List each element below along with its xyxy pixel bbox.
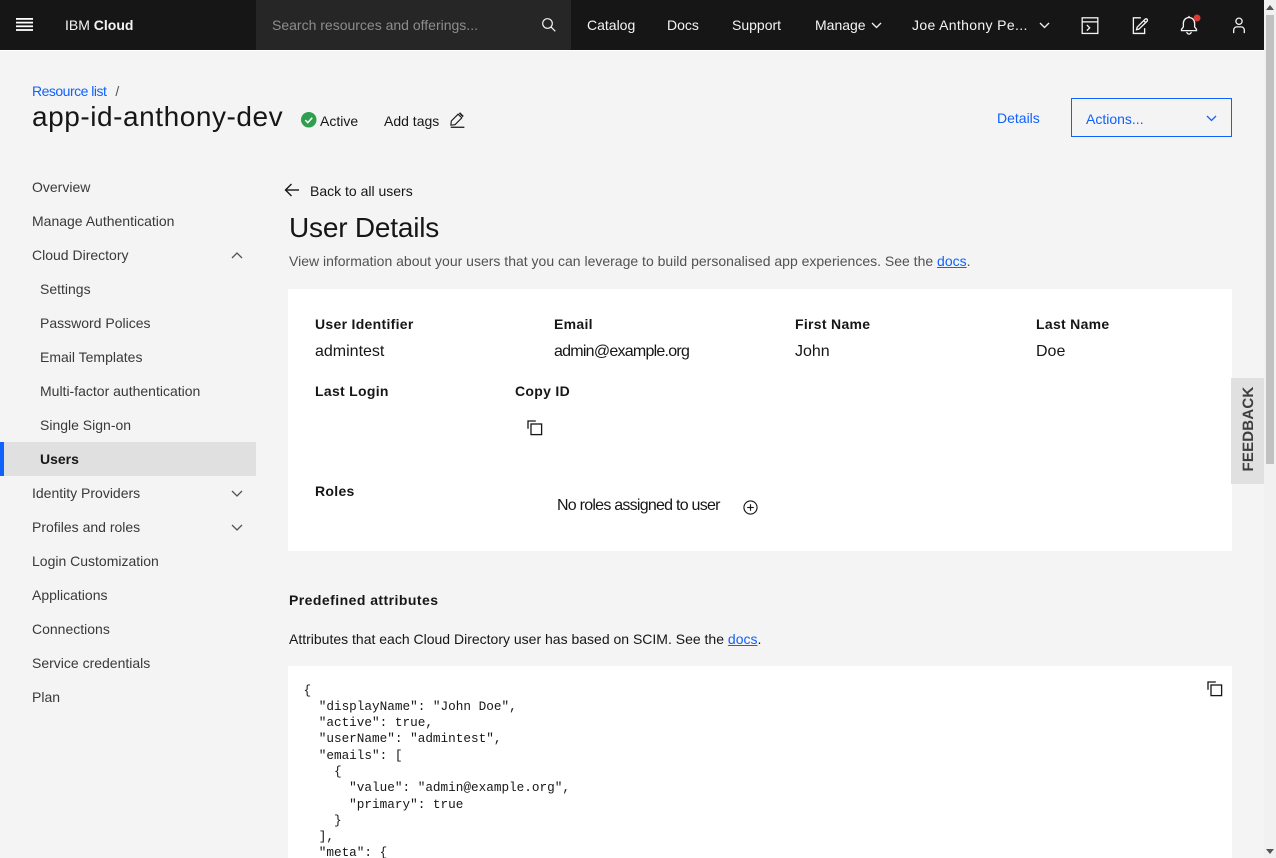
svg-text:FEEDBACK: FEEDBACK <box>1240 387 1257 472</box>
